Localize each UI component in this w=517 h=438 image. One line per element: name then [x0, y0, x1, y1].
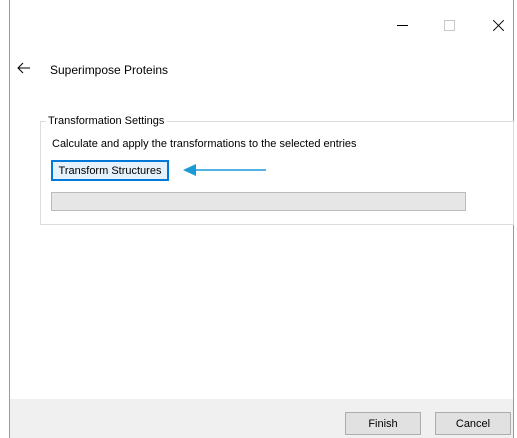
- minimize-button[interactable]: [387, 12, 417, 38]
- close-icon: [493, 19, 505, 31]
- page-title: Superimpose Proteins: [50, 63, 169, 77]
- transform-structures-button[interactable]: Transform Structures: [51, 160, 169, 181]
- maximize-button: [434, 12, 464, 38]
- close-button[interactable]: [484, 12, 514, 38]
- finish-button[interactable]: Finish: [345, 412, 421, 435]
- cancel-button[interactable]: Cancel: [435, 412, 511, 435]
- minimize-icon: [396, 24, 408, 26]
- back-arrow-icon: [17, 62, 30, 74]
- maximize-icon: [443, 19, 455, 31]
- group-legend: Transformation Settings: [46, 114, 168, 128]
- back-button[interactable]: [14, 60, 34, 76]
- superimpose-wizard-window: Superimpose Proteins Transformation Sett…: [0, 0, 517, 438]
- annotation-arrow-icon: [183, 164, 266, 176]
- transform-progress-bar: [51, 192, 466, 211]
- window-border-left: [9, 0, 10, 438]
- group-description: Calculate and apply the transformations …: [52, 138, 357, 150]
